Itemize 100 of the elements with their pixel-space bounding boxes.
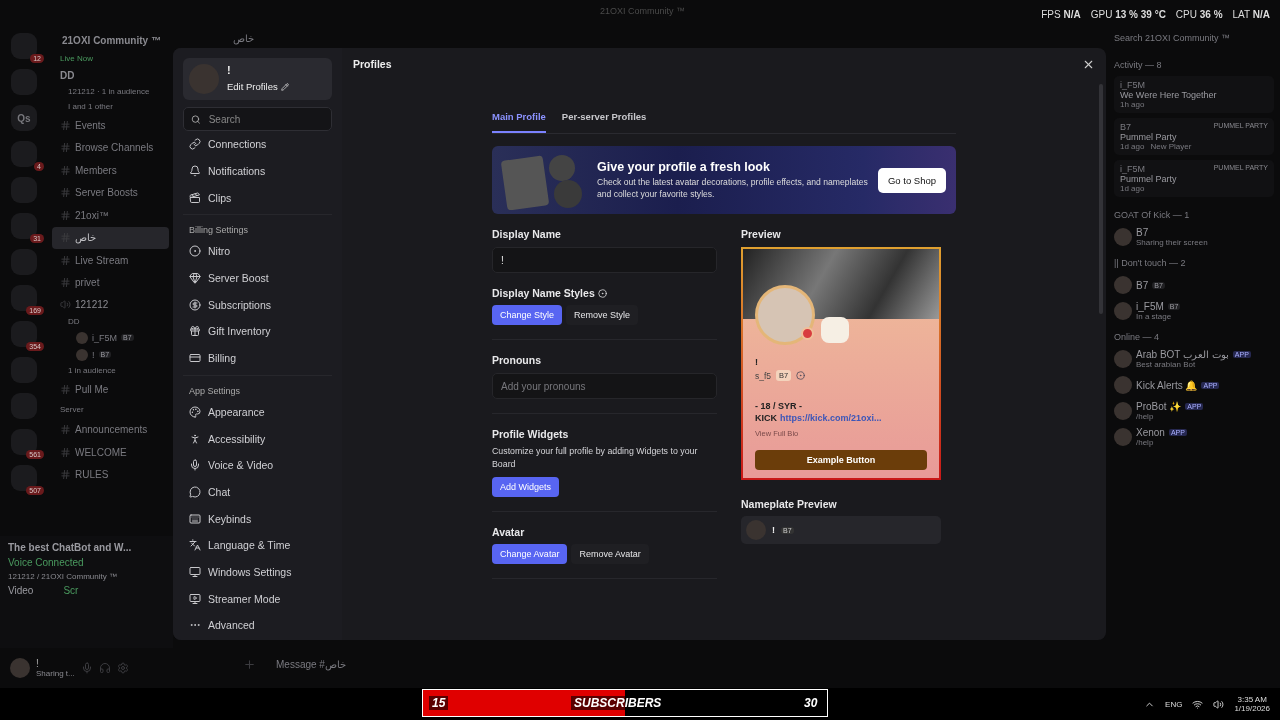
sidebar-item[interactable]: Keybinds: [183, 505, 332, 532]
sidebar-item[interactable]: Chat: [183, 478, 332, 506]
sidebar-item[interactable]: Gift Inventory: [183, 318, 332, 345]
profile-card[interactable]: ! Edit Profiles: [183, 58, 332, 100]
close-button[interactable]: [1082, 58, 1095, 71]
search-field[interactable]: Search 21OXI Community ™: [1114, 28, 1274, 48]
sidebar-item[interactable]: Server Boost: [183, 264, 332, 292]
meta-text: DD: [68, 317, 80, 326]
hash-icon: [60, 187, 71, 199]
voice-status: Voice Connected: [8, 557, 85, 568]
hash-icon: [60, 469, 71, 481]
sidebar-item[interactable]: Accessibility: [183, 425, 332, 452]
sidebar-item[interactable]: Windows Settings: [183, 558, 332, 586]
server-name[interactable]: 21OXI Community ™: [52, 30, 169, 50]
user-name: B7: [1120, 122, 1132, 132]
member-name: Arab BOT بوت العرب: [1136, 349, 1229, 360]
sidebar-item[interactable]: Clips: [183, 184, 332, 212]
tab[interactable]: Main Profile: [492, 111, 546, 133]
hash-icon: [60, 164, 71, 176]
message-field[interactable]: Message #خاص: [276, 658, 346, 670]
sidebar-item[interactable]: Streamer Mode: [183, 585, 332, 612]
field-label: Nameplate Preview: [741, 498, 838, 510]
game-title: We Were Here Together: [1120, 90, 1217, 100]
link-icon: [189, 138, 201, 151]
avatar: [1114, 376, 1132, 394]
sidebar-item[interactable]: Language & Time: [183, 531, 332, 559]
dollar-icon: [189, 298, 201, 311]
field-label: Pronouns: [492, 354, 542, 366]
server-icon[interactable]: Qs: [11, 105, 37, 131]
plus-icon[interactable]: [243, 657, 256, 671]
search-field[interactable]: Search: [183, 107, 332, 131]
user-status: Sharing t...: [36, 669, 75, 678]
field-label: Preview: [741, 228, 782, 240]
sidebar-item[interactable]: Subscriptions: [183, 291, 332, 319]
banner-title: Give your profile a fresh look: [597, 160, 771, 175]
channel-item[interactable]: 21oxi™: [52, 204, 169, 227]
channel-item[interactable]: Live Stream: [52, 249, 169, 272]
voice-channel[interactable]: 121212: [52, 294, 169, 314]
page-title: Profiles: [353, 58, 392, 70]
meta-text: 1 in audience: [68, 366, 116, 375]
sidebar-item[interactable]: Voice & Video: [183, 451, 332, 479]
change-style-button[interactable]: Change Style: [492, 305, 563, 325]
activity-card[interactable]: i_F5M We Were Here Together 1h ago: [1114, 76, 1274, 113]
status-text: New Player: [1150, 142, 1192, 151]
microphone-icon[interactable]: [80, 662, 93, 674]
remove-style-button[interactable]: Remove Style: [566, 305, 639, 325]
screen-button[interactable]: Scr: [63, 585, 79, 596]
settings-icon[interactable]: [116, 662, 129, 674]
channel-item[interactable]: RULES: [52, 463, 169, 486]
tab[interactable]: Per-server Profiles: [561, 111, 647, 133]
channel-item[interactable]: Members: [52, 159, 169, 182]
user-name: i_F5M: [1120, 80, 1146, 90]
time-text: 1d ago: [1120, 142, 1145, 151]
language-indicator[interactable]: ENG: [1165, 699, 1183, 709]
sidebar-item[interactable]: Nitro: [183, 238, 332, 265]
avatar: [10, 658, 30, 678]
change-avatar-button[interactable]: Change Avatar: [492, 543, 568, 564]
field-label: Profile Widgets: [492, 428, 570, 440]
channel-item[interactable]: WELCOME: [52, 441, 169, 464]
ring-icon: [796, 371, 806, 380]
microphone-icon: [189, 459, 201, 472]
channel-item[interactable]: Events: [52, 114, 169, 137]
volume-icon[interactable]: [1213, 698, 1225, 710]
status-text: /help: [1136, 412, 1155, 421]
field-label: Display Name Styles: [492, 287, 717, 299]
member-item[interactable]: B7 Sharing their screen: [1114, 224, 1274, 250]
section-heading: Online — 4: [1114, 332, 1161, 342]
network-icon[interactable]: [1192, 698, 1204, 710]
channel-item[interactable]: Pull Me: [52, 378, 169, 401]
sidebar-item[interactable]: Appearance: [183, 398, 332, 426]
channel-item[interactable]: privet: [52, 271, 169, 294]
channel-item[interactable]: Server Boosts: [52, 181, 169, 204]
example-button[interactable]: Example Button: [755, 450, 927, 470]
stat-reading: GPU 13 % 39 °C: [1090, 8, 1166, 20]
search-input[interactable]: Search: [206, 112, 324, 126]
stat-reading: CPU 36 %: [1175, 8, 1223, 20]
section-heading: || Don't touch — 2: [1114, 258, 1187, 268]
input-field[interactable]: Add your pronouns: [492, 373, 717, 399]
channel-item[interactable]: Browse Channels: [52, 136, 169, 159]
gem-icon: [189, 272, 201, 285]
user-name: !: [36, 658, 40, 669]
shop-button[interactable]: Go to Shop: [877, 167, 946, 193]
hash-icon: [60, 383, 71, 395]
input-field[interactable]: !: [492, 247, 717, 273]
clock[interactable]: 3:35 AM 1/19/2026: [1234, 695, 1270, 713]
sidebar-item[interactable]: Connections: [183, 131, 332, 158]
remove-avatar-button[interactable]: Remove Avatar: [571, 543, 649, 564]
voice-user[interactable]: !: [92, 349, 95, 360]
sidebar-item[interactable]: Advanced: [183, 612, 332, 639]
video-button[interactable]: Video: [8, 585, 34, 596]
channel-item[interactable]: Announcements: [52, 418, 169, 441]
translate-icon: [189, 539, 201, 552]
voice-user[interactable]: i_F5M: [92, 332, 117, 343]
sidebar-item[interactable]: Billing: [183, 344, 332, 372]
sidebar-item[interactable]: Notifications: [183, 157, 332, 185]
clapperboard-icon: [189, 191, 201, 204]
channel-item[interactable]: خاص: [52, 226, 169, 249]
add-widgets-button[interactable]: Add Widgets: [492, 476, 560, 497]
headphones-icon[interactable]: [98, 662, 111, 674]
hash-icon: [60, 277, 71, 289]
